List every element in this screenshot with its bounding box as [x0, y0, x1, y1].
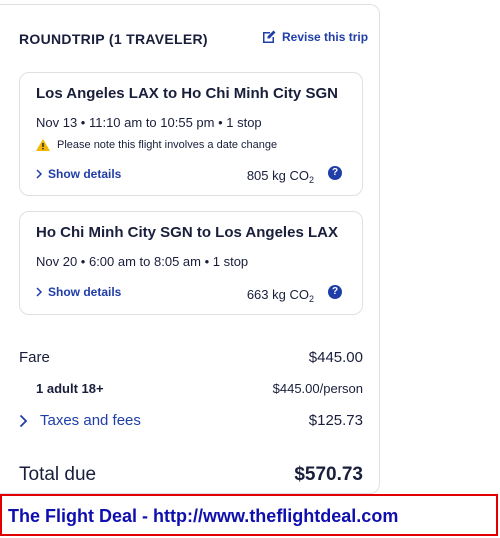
revise-trip-link[interactable]: Revise this trip [261, 29, 368, 45]
adult-fare-row: 1 adult 18+ $445.00/person [19, 381, 363, 396]
banner-text: The Flight Deal - http://www.theflightde… [8, 506, 399, 526]
show-details-link[interactable]: Show details [36, 285, 121, 299]
watermark-banner: The Flight Deal - http://www.theflightde… [0, 494, 498, 536]
warning-icon [36, 139, 50, 151]
total-label: Total due [19, 464, 97, 485]
chevron-right-icon [36, 287, 43, 297]
flight-route: Ho Chi Minh City SGN to Los Angeles LAX [36, 224, 338, 241]
date-change-warning: Please note this flight involves a date … [36, 139, 277, 151]
co2-emissions: 663 kg CO2 [247, 287, 314, 304]
show-details-link[interactable]: Show details [36, 167, 121, 181]
trip-type-heading: ROUNDTRIP (1 TRAVELER) [19, 31, 208, 47]
warning-text: Please note this flight involves a date … [57, 139, 278, 151]
taxes-row: Taxes and fees $125.73 [19, 412, 363, 429]
trip-summary-panel: ROUNDTRIP (1 TRAVELER) Revise this trip … [0, 4, 380, 494]
taxes-label: Taxes and fees [40, 412, 141, 429]
co2-subscript: 2 [308, 175, 314, 185]
taxes-toggle[interactable]: Taxes and fees [19, 412, 141, 429]
fare-value: $445.00 [308, 349, 363, 366]
fare-row: Fare $445.00 [19, 349, 363, 366]
total-row: Total due $570.73 [19, 464, 363, 486]
chevron-right-icon [19, 414, 28, 427]
edit-icon [263, 30, 276, 43]
show-details-label: Show details [48, 167, 122, 181]
co2-emissions: 805 kg CO2 [247, 168, 314, 185]
revise-trip-label: Revise this trip [282, 30, 369, 44]
co2-value: 663 kg CO [246, 287, 309, 302]
chevron-right-icon [36, 169, 43, 179]
co2-value: 805 kg CO [246, 168, 309, 183]
total-value: $570.73 [294, 464, 363, 485]
flight-times: Nov 13 • 11:10 am to 10:55 pm • 1 stop [36, 115, 262, 130]
flight-times: Nov 20 • 6:00 am to 8:05 am • 1 stop [36, 254, 249, 269]
adult-value: $445.00/person [272, 381, 363, 396]
adult-label: 1 adult 18+ [36, 381, 104, 396]
return-flight-card: Ho Chi Minh City SGN to Los Angeles LAX … [19, 211, 363, 315]
help-icon[interactable]: ? [328, 285, 342, 299]
fare-label: Fare [19, 349, 50, 366]
show-details-label: Show details [48, 285, 122, 299]
taxes-value: $125.73 [308, 412, 363, 429]
co2-subscript: 2 [308, 294, 314, 304]
outbound-flight-card: Los Angeles LAX to Ho Chi Minh City SGN … [19, 72, 363, 196]
flight-route: Los Angeles LAX to Ho Chi Minh City SGN [36, 85, 338, 102]
help-icon[interactable]: ? [328, 166, 342, 180]
